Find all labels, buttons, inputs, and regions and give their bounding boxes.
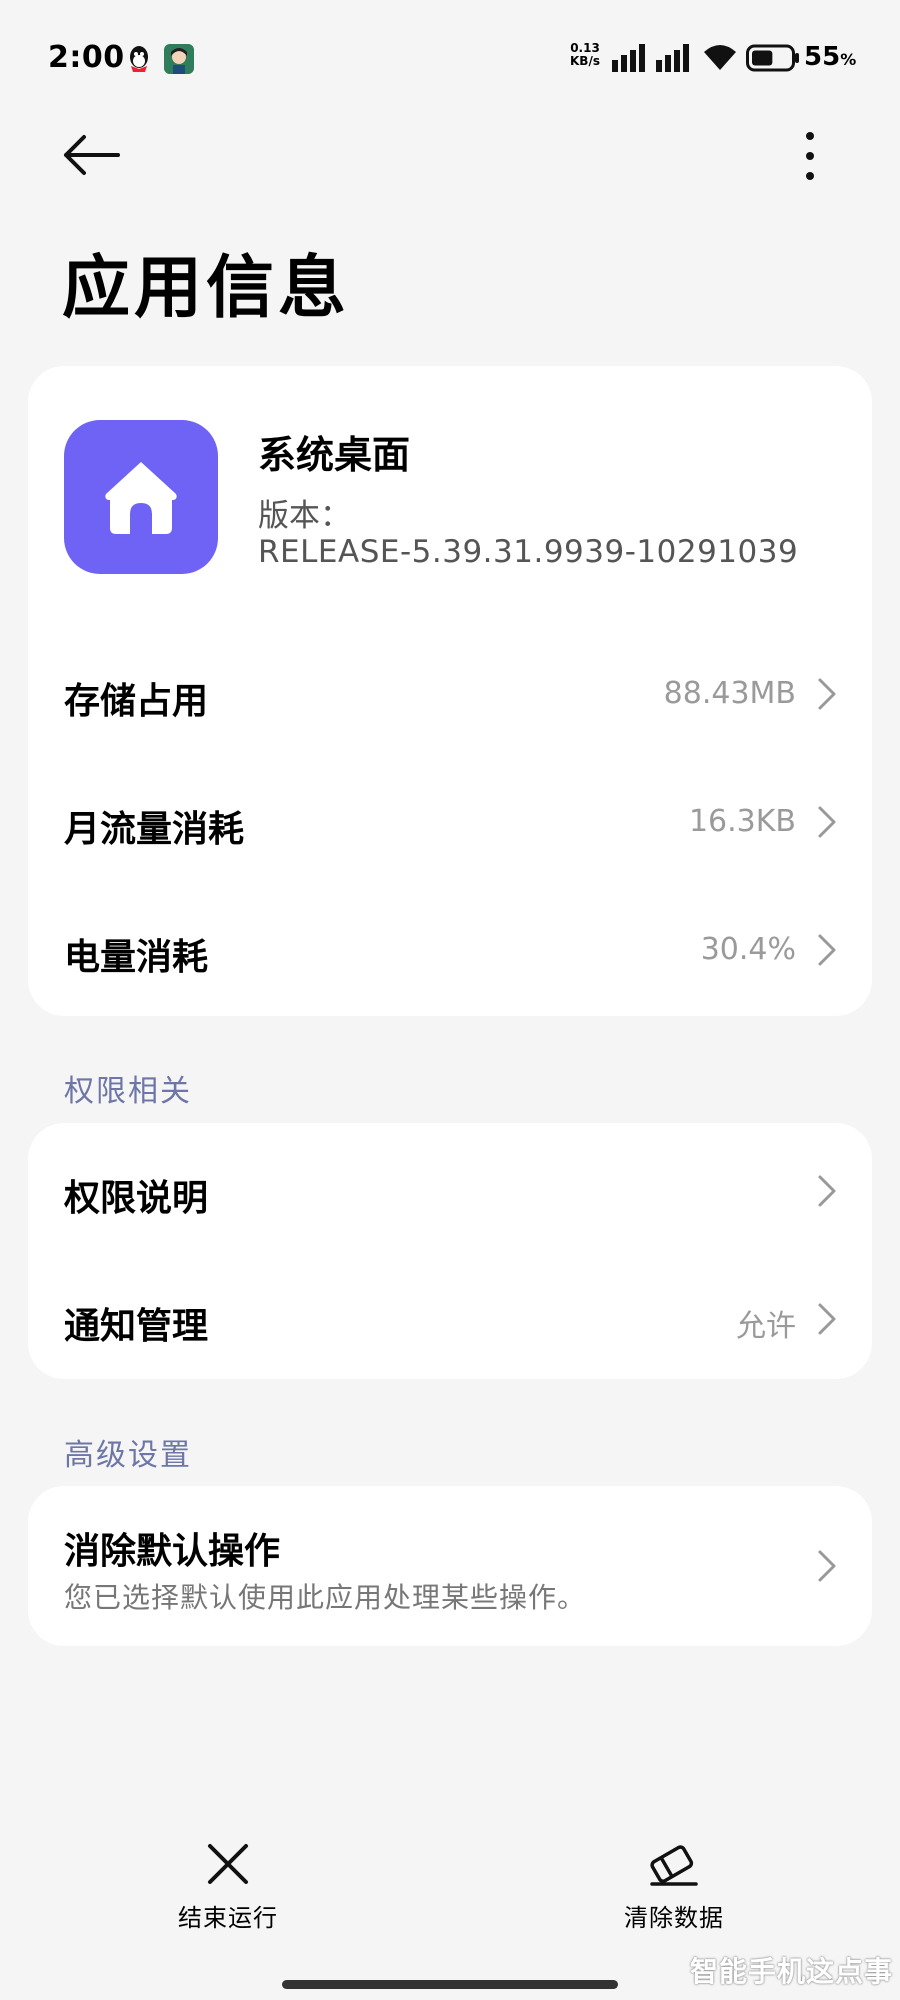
status-time: 2:00 (48, 40, 125, 75)
home-indicator[interactable] (282, 1980, 618, 1989)
force-stop-label: 结束运行 (178, 1904, 278, 1932)
clear-defaults-label: 消除默认操作 (64, 1531, 281, 1572)
clear-data-label: 清除数据 (624, 1904, 724, 1932)
clear-defaults-description: 您已选择默认使用此应用处理某些操作。 (64, 1581, 587, 1614)
advanced-card: 消除默认操作 您已选择默认使用此应用处理某些操作。 (28, 1486, 872, 1646)
row-label: 通知管理 (64, 1306, 209, 1347)
battery-percent-value: 55 (804, 42, 841, 72)
app-name: 系统桌面 (258, 433, 411, 477)
notification-management-row[interactable]: 通知管理 允许 (28, 1259, 872, 1379)
back-arrow-icon[interactable] (60, 130, 124, 180)
section-header-permissions: 权限相关 (64, 1074, 192, 1109)
chevron-right-icon (818, 1550, 836, 1582)
row-value: 16.3KB (688, 804, 796, 839)
row-label: 月流量消耗 (64, 809, 245, 850)
network-speed-unit: KB/s (570, 54, 600, 68)
monthly-data-usage-row[interactable]: 月流量消耗 16.3KB (28, 762, 872, 882)
eraser-icon (650, 1845, 698, 1886)
chevron-right-icon (818, 1303, 836, 1335)
clear-data-button[interactable]: 清除数据 (594, 1840, 754, 1950)
app-info-card: 系统桌面 版本： RELEASE-5.39.31.9939-10291039 存… (28, 366, 872, 1016)
signal-icon (612, 44, 645, 72)
battery-percent-unit: % (840, 50, 857, 69)
row-label: 权限说明 (64, 1178, 209, 1219)
wifi-icon (704, 45, 736, 70)
app-version: RELEASE-5.39.31.9939-10291039 (258, 534, 799, 570)
chevron-right-icon (818, 934, 836, 966)
row-value: 允许 (736, 1309, 796, 1344)
app-version-label: 版本： (258, 498, 351, 534)
section-header-advanced: 高级设置 (64, 1438, 192, 1473)
permission-description-row[interactable]: 权限说明 (28, 1131, 872, 1251)
app-notification-icon (164, 44, 194, 74)
row-label: 存储占用 (64, 681, 209, 722)
battery-icon (746, 44, 799, 72)
battery-usage-row[interactable]: 电量消耗 30.4% (28, 890, 872, 1010)
storage-usage-row[interactable]: 存储占用 88.43MB (28, 634, 872, 754)
page-title: 应用信息 (62, 249, 351, 328)
network-speed: 0.13 KB/s (570, 42, 600, 68)
force-stop-button[interactable]: 结束运行 (148, 1840, 308, 1950)
close-icon (208, 1844, 248, 1884)
status-bar: 2:00 0.13 KB/s 55% (0, 0, 900, 120)
clear-defaults-row[interactable]: 消除默认操作 您已选择默认使用此应用处理某些操作。 (28, 1486, 872, 1646)
chevron-right-icon (818, 678, 836, 710)
battery-percent: 55% (804, 42, 856, 72)
more-options-icon[interactable] (790, 128, 830, 184)
watermark: 智能手机这点事 (690, 1955, 894, 1988)
home-app-icon (64, 420, 218, 574)
chevron-right-icon (818, 1175, 836, 1207)
app-info-screen: 2:00 0.13 KB/s 55% 应用信息 系统桌面 版本： RELEASE… (0, 0, 900, 2000)
row-value: 30.4% (700, 932, 796, 967)
chevron-right-icon (818, 806, 836, 838)
signal-icon (656, 44, 689, 72)
home-icon (105, 462, 177, 534)
qq-icon (130, 46, 148, 72)
row-label: 电量消耗 (64, 937, 209, 978)
row-value: 88.43MB (663, 676, 796, 711)
permissions-card: 权限说明 通知管理 允许 (28, 1123, 872, 1379)
